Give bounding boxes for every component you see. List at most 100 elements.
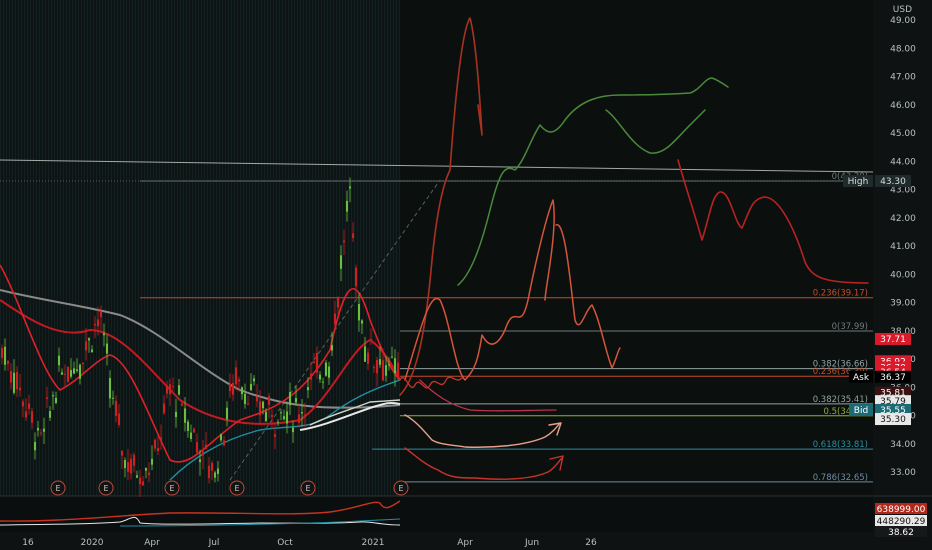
candle-body [121, 450, 123, 456]
candle-body [73, 368, 75, 374]
price-chart[interactable]: 0(43.30)0.236(39.17)0(37.99)0.382(36.66)… [0, 0, 932, 550]
candle-body [109, 378, 111, 399]
candle-body [346, 200, 348, 212]
earnings-marker-label: E [169, 484, 174, 493]
candle-body [64, 373, 66, 375]
candle-body [91, 349, 93, 353]
candle-body [328, 366, 330, 378]
svg-text:Bid: Bid [854, 406, 868, 416]
candle-body [184, 408, 186, 423]
candle-body [58, 355, 60, 366]
candle-body [46, 397, 48, 399]
candle-body [61, 372, 63, 375]
candle-body [1, 347, 3, 359]
candle-body [40, 432, 42, 434]
candle-body [310, 373, 312, 380]
candle-body [28, 403, 30, 409]
fib-level-label: 0(37.99) [832, 322, 868, 332]
svg-text:37.71: 37.71 [880, 335, 906, 345]
candle-body [298, 414, 300, 423]
candle-body [19, 387, 21, 391]
candle-body [352, 233, 354, 239]
svg-text:High: High [848, 177, 869, 187]
candle-body [151, 458, 153, 465]
candle-body [322, 381, 324, 383]
candle-body [256, 396, 258, 402]
candle-body [55, 397, 57, 403]
candle-body [97, 319, 99, 327]
price-badge-high: High 43.30 [843, 175, 911, 188]
candle-body [16, 372, 18, 390]
candle-body [154, 439, 156, 449]
candle-body [343, 240, 345, 243]
candle-body [31, 411, 33, 423]
volume-badge-label: 448290.29 [877, 517, 926, 527]
candle-body [340, 255, 342, 269]
price-tick-label: 41.00 [890, 242, 916, 252]
candle-body [226, 407, 228, 420]
candle-body [208, 465, 210, 479]
candle-body [370, 339, 372, 341]
candle-body [295, 398, 297, 403]
candle-body [265, 411, 267, 422]
candle-body [181, 403, 183, 406]
candle-body [217, 468, 219, 474]
candle-body [358, 304, 360, 321]
candle-body [94, 323, 96, 326]
candle-body [244, 393, 246, 405]
candle-body [106, 343, 108, 354]
time-tick-label: Apr [144, 538, 160, 548]
candle-body [25, 411, 27, 418]
candle-body [157, 447, 159, 452]
candle-body [118, 413, 120, 425]
candle-body [88, 338, 90, 341]
candle-body [268, 396, 270, 405]
time-tick-label: 2021 [362, 538, 385, 548]
price-tick-label: 45.00 [890, 129, 916, 139]
candle-body [391, 356, 393, 358]
candle-body [286, 411, 288, 424]
candle-body [289, 392, 291, 406]
candle-body [199, 459, 201, 463]
time-tick-label: Apr [457, 538, 473, 548]
earnings-marker-label: E [234, 484, 239, 493]
candle-body [325, 362, 327, 376]
candle-body [175, 411, 177, 418]
candle-body [355, 267, 357, 287]
candle-body [250, 383, 252, 391]
candle-body [76, 369, 78, 371]
candle-body [376, 359, 378, 374]
time-tick-label: Jul [208, 538, 220, 548]
candle-body [334, 313, 336, 325]
price-tick-label: 49.00 [890, 16, 916, 26]
candle-body [34, 442, 36, 451]
candle-body [247, 403, 249, 405]
candle-body [190, 432, 192, 439]
candle-body [202, 451, 204, 456]
candle-body [301, 412, 303, 414]
time-tick-label: Jun [524, 538, 539, 548]
candle-body [304, 414, 306, 416]
candle-body [331, 345, 333, 351]
candle-body [178, 385, 180, 395]
candle-body [100, 311, 102, 318]
candle-body [385, 365, 387, 376]
candle-body [205, 444, 207, 449]
price-tick-label: 48.00 [890, 44, 916, 54]
candle-body [337, 297, 339, 308]
candle-body [229, 384, 231, 392]
price-tick-label: 44.00 [890, 157, 916, 167]
svg-text:35.30: 35.30 [880, 415, 906, 425]
volume-badges: 638999.00 448290.2938.62 [875, 503, 927, 538]
candle-body [52, 395, 54, 397]
candle-body [319, 374, 321, 380]
candle-body [235, 367, 237, 385]
price-tick-label: 47.00 [890, 73, 916, 83]
fib-level-label: 0.382(35.41) [813, 395, 868, 405]
candle-body [349, 186, 351, 189]
candle-body [223, 440, 225, 446]
candle-body [397, 362, 399, 380]
candle-body [367, 352, 369, 364]
candle-body [139, 477, 141, 485]
candle-body [4, 346, 6, 365]
